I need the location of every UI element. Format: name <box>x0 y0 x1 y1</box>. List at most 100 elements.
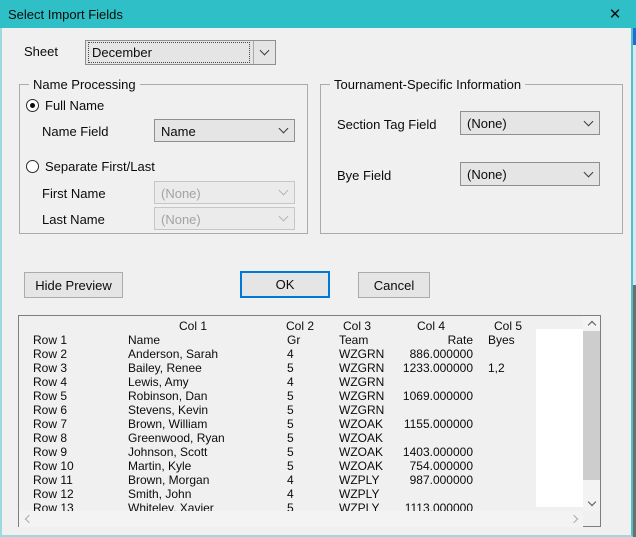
preview-cell: 4 <box>287 375 294 389</box>
preview-cell: 1069.000000 <box>393 389 473 403</box>
cancel-button[interactable]: Cancel <box>358 272 430 298</box>
preview-cell: Row 3 <box>33 361 67 375</box>
preview-cell: 5 <box>287 417 294 431</box>
full-name-radio-label: Full Name <box>45 98 104 113</box>
preview-panel: Col 1 Col 2Col 3 Col 4 Col 5 Row 1 Name Gr Team… <box>18 315 601 527</box>
name-processing-title: Name Processing <box>29 77 140 92</box>
chevron-down-icon <box>260 46 270 56</box>
preview-cell: Col 5 <box>478 319 538 333</box>
chevron-down-icon <box>278 212 288 222</box>
first-name-value: (None) <box>158 184 268 201</box>
preview-cell: WZGRN <box>339 347 384 361</box>
preview-row: Row 7Brown, William5WZOAK1155.000000 <box>19 417 583 431</box>
vertical-scrollbar[interactable] <box>583 316 600 511</box>
chevron-up-icon <box>587 321 595 329</box>
bye-field-select[interactable]: (None) <box>460 162 600 186</box>
name-field-select[interactable]: Name <box>154 119 295 142</box>
preview-cell: Name <box>128 333 160 347</box>
chevron-down-icon <box>278 124 288 134</box>
preview-cell: Anderson, Sarah <box>128 347 218 361</box>
first-name-label: First Name <box>42 186 106 201</box>
preview-cell: 5 <box>287 431 294 445</box>
preview-cell: Gr <box>287 333 300 347</box>
dropdown-button <box>272 182 294 203</box>
preview-row: Row 2Anderson, Sarah4WZGRN886.000000 <box>19 347 583 361</box>
preview-cell: 1113.000000 <box>393 501 473 511</box>
scroll-up-button[interactable] <box>583 316 600 331</box>
scroll-right-button[interactable] <box>567 511 583 527</box>
preview-cell: Rate <box>393 333 473 347</box>
section-tag-field-value: (None) <box>464 114 573 132</box>
first-name-select: (None) <box>154 181 295 204</box>
ok-button[interactable]: OK <box>240 271 330 298</box>
dropdown-button[interactable] <box>577 163 599 185</box>
preview-cell: Stevens, Kevin <box>128 403 208 417</box>
preview-cell: Row 13 <box>33 501 74 511</box>
preview-cell: Col 1 <box>163 319 223 333</box>
preview-cell: WZOAK <box>339 417 383 431</box>
last-name-label: Last Name <box>42 212 105 227</box>
separate-first-last-radio[interactable]: Separate First/Last <box>26 159 155 174</box>
sheet-select-value: December <box>89 43 249 62</box>
preview-cell: Col 3 <box>327 319 387 333</box>
preview-cell: WZOAK <box>339 459 383 473</box>
scroll-left-button[interactable] <box>19 511 35 527</box>
preview-cell: Smith, John <box>128 487 191 501</box>
chevron-down-icon <box>583 116 593 126</box>
preview-cell: 1,2 <box>488 361 505 375</box>
vertical-scrollbar-thumb[interactable] <box>583 331 600 480</box>
name-field-label: Name Field <box>42 124 108 139</box>
hide-preview-button[interactable]: Hide Preview <box>24 272 123 298</box>
horizontal-scrollbar[interactable] <box>19 511 583 527</box>
section-tag-field-select[interactable]: (None) <box>460 111 600 135</box>
chevron-right-icon <box>569 515 577 523</box>
preview-cell: Row 10 <box>33 459 74 473</box>
window-title: Select Import Fields <box>0 7 123 22</box>
preview-cell: Row 4 <box>33 375 67 389</box>
preview-cell: Row 1 <box>33 333 67 347</box>
preview-cell: Col 4 <box>401 319 461 333</box>
preview-row: Row 4Lewis, Amy4WZGRN <box>19 375 583 389</box>
preview-row: Col 1 Col 2Col 3 Col 4 Col 5 <box>19 319 583 333</box>
preview-cell: Row 6 <box>33 403 67 417</box>
chevron-down-icon <box>583 167 593 177</box>
preview-cell: WZGRN <box>339 389 384 403</box>
sheet-dropdown-button[interactable] <box>253 41 275 64</box>
radio-icon <box>26 160 39 173</box>
preview-cell: Row 5 <box>33 389 67 403</box>
titlebar[interactable]: Select Import Fields ✕ <box>0 0 636 28</box>
full-name-radio[interactable]: Full Name <box>26 98 104 113</box>
radio-icon <box>26 99 39 112</box>
preview-cell: 5 <box>287 361 294 375</box>
preview-cell: Row 12 <box>33 487 74 501</box>
preview-cell: 4 <box>287 347 294 361</box>
scroll-down-button[interactable] <box>583 496 600 511</box>
preview-cell: Bailey, Renee <box>128 361 202 375</box>
preview-cell: Row 8 <box>33 431 67 445</box>
dropdown-button[interactable] <box>577 112 599 134</box>
preview-cell: 5 <box>287 445 294 459</box>
preview-cell: WZOAK <box>339 445 383 459</box>
preview-row: Row 9Johnson, Scott5WZOAK1403.000000 <box>19 445 583 459</box>
preview-cell: Row 2 <box>33 347 67 361</box>
preview-cell: WZPLY <box>339 501 379 511</box>
preview-rows[interactable]: Col 1 Col 2Col 3 Col 4 Col 5 Row 1 Name Gr Team… <box>19 316 583 511</box>
separate-first-last-label: Separate First/Last <box>45 159 155 174</box>
section-tag-field-label: Section Tag Field <box>337 117 437 132</box>
preview-cell: Byes <box>488 333 515 347</box>
dialog-body: Sheet December Name Processing Full Name… <box>0 28 633 537</box>
preview-cell: WZPLY <box>339 487 379 501</box>
preview-cell: Martin, Kyle <box>128 459 191 473</box>
preview-cell: 5 <box>287 403 294 417</box>
preview-cell: 4 <box>287 487 294 501</box>
dropdown-button[interactable] <box>272 120 294 141</box>
close-icon[interactable]: ✕ <box>600 0 630 28</box>
preview-cell: WZGRN <box>339 361 384 375</box>
preview-row: Row 12 Smith, John 4 WZPLY <box>19 487 583 501</box>
sheet-select[interactable]: December <box>85 40 276 65</box>
preview-row: Row 13Whiteley, Xavier5WZPLY1113.000000 <box>19 501 583 511</box>
sheet-label: Sheet <box>24 44 58 59</box>
preview-cell: Col 2 <box>270 319 330 333</box>
preview-cell: 987.000000 <box>393 473 473 487</box>
preview-cell: Team <box>339 333 368 347</box>
